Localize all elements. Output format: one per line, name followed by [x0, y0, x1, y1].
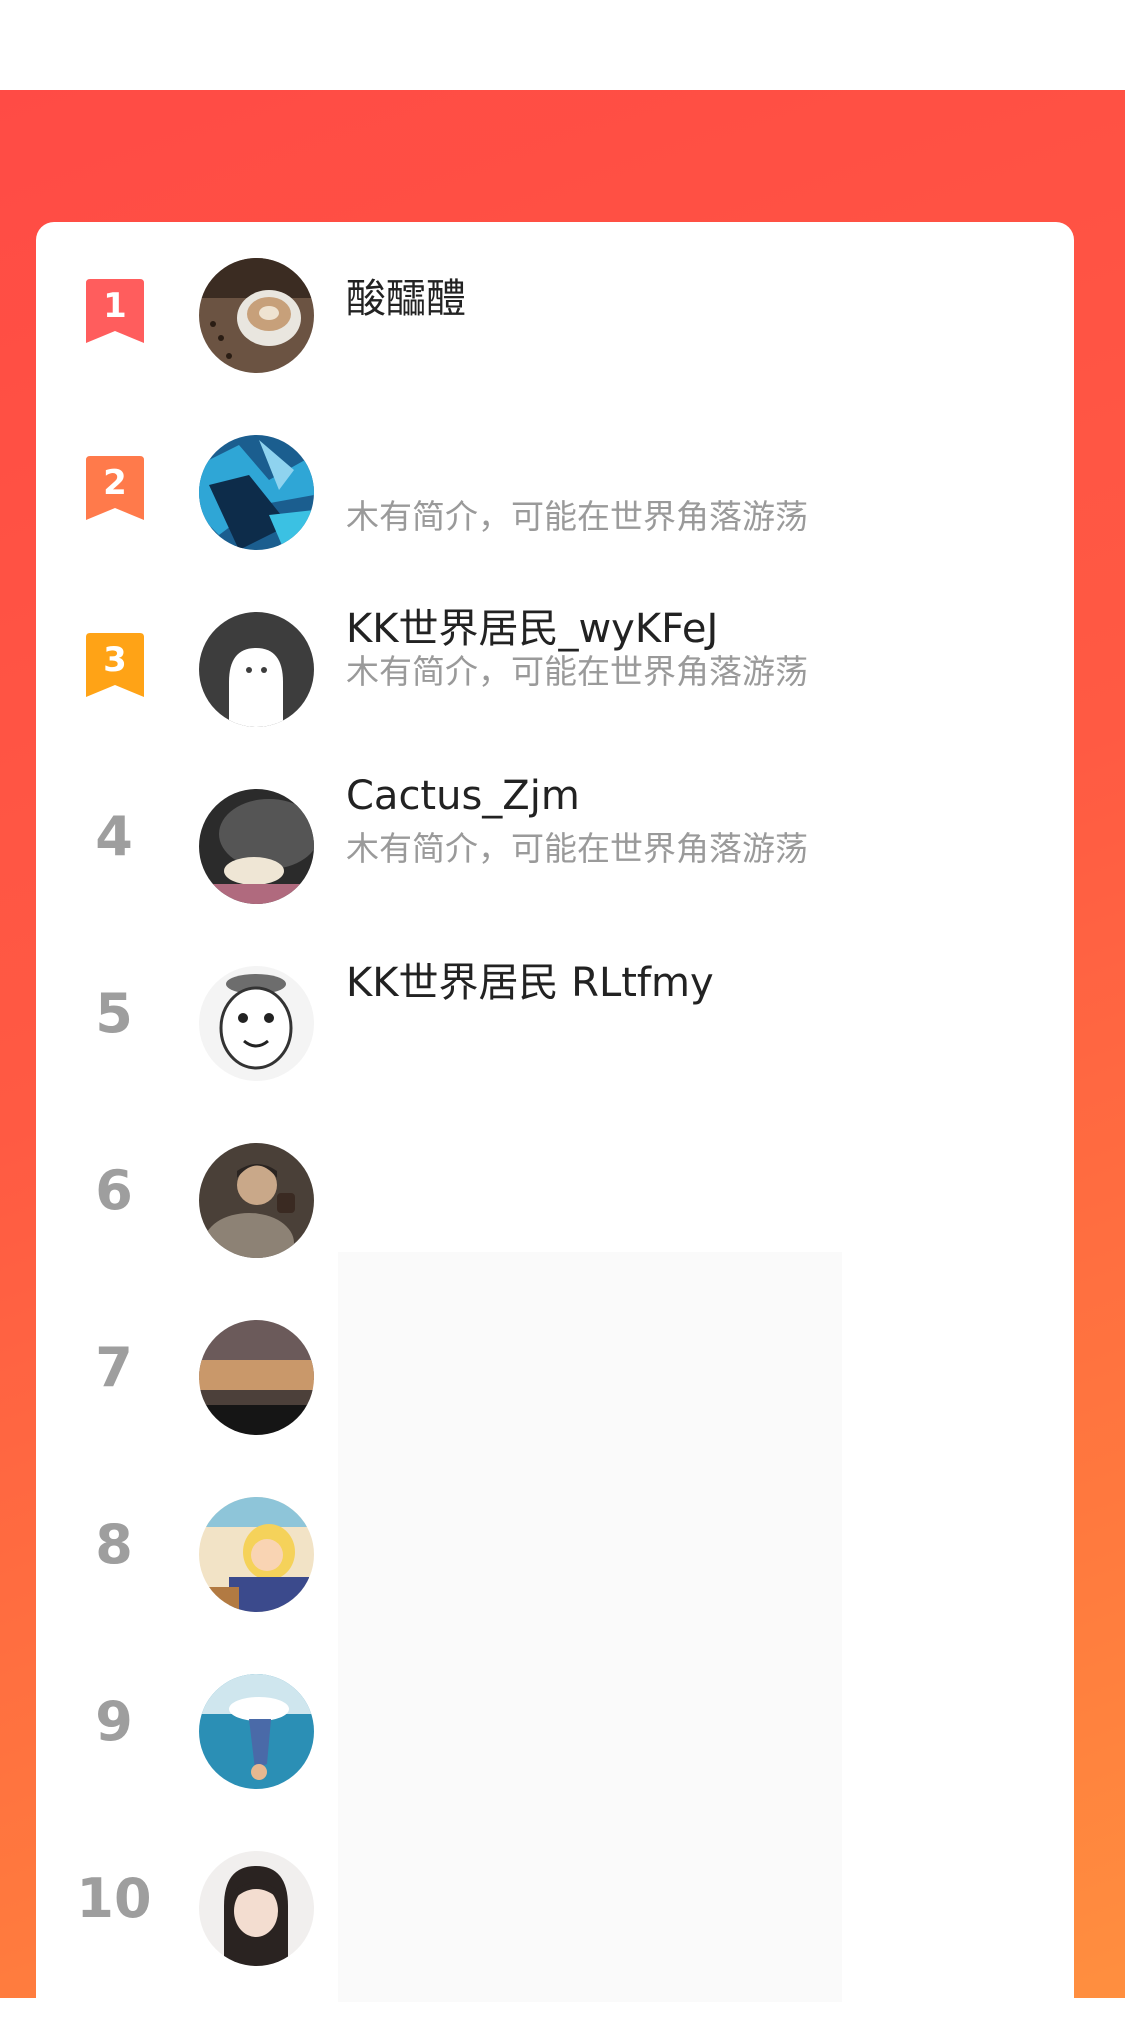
- rank-number: 5: [95, 982, 133, 1045]
- abstract-avatar[interactable]: [199, 435, 314, 550]
- user-name: Cactus_Zjm: [346, 773, 580, 819]
- ranking-row[interactable]: 3 KK世界居民_wyKFeJ 木有简介，可能在世界角落游荡: [36, 576, 1074, 753]
- ranking-row[interactable]: 7: [36, 1284, 1074, 1461]
- rank-2-badge-icon: 2: [86, 456, 144, 520]
- rank-number: 9: [95, 1690, 133, 1753]
- sunset-avatar[interactable]: [199, 1320, 314, 1435]
- svg-text:2: 2: [103, 463, 127, 503]
- user-name: KK世界居民 RLtfmy: [346, 960, 714, 1006]
- user-intro: 木有简介，可能在世界角落游荡: [346, 497, 808, 536]
- ranking-row[interactable]: 2 木有简介，可能在世界角落游荡: [36, 399, 1074, 576]
- anime-avatar[interactable]: [199, 1497, 314, 1612]
- underwater-avatar[interactable]: [199, 1674, 314, 1789]
- cat-avatar[interactable]: [199, 789, 314, 904]
- girl-avatar[interactable]: [199, 1851, 314, 1966]
- ranking-row[interactable]: 6: [36, 1107, 1074, 1284]
- ranking-row[interactable]: 10: [36, 1815, 1074, 1992]
- rank-number: 6: [95, 1159, 133, 1222]
- rank-3-badge-icon: 3: [86, 633, 144, 697]
- top-bar: [0, 0, 1125, 90]
- rank-1-badge-icon: 1: [86, 279, 144, 343]
- rank-number: 4: [95, 805, 133, 868]
- ranking-row[interactable]: 1 酸醽醴: [36, 222, 1074, 399]
- user-intro: 木有简介，可能在世界角落游荡: [346, 652, 808, 691]
- rank-number: 8: [95, 1513, 133, 1576]
- svg-text:1: 1: [103, 286, 127, 326]
- default-ghost-avatar[interactable]: [199, 612, 314, 727]
- person-avatar[interactable]: [199, 1143, 314, 1258]
- svg-text:3: 3: [103, 640, 127, 680]
- coffee-avatar[interactable]: [199, 258, 314, 373]
- ranking-row[interactable]: 4 Cactus_Zjm 木有简介，可能在世界角落游荡: [36, 753, 1074, 930]
- user-name: 酸醽醴: [346, 276, 466, 322]
- rank-number: 10: [76, 1867, 152, 1930]
- ranking-row[interactable]: 5 KK世界居民 RLtfmy: [36, 930, 1074, 1107]
- rank-number: 7: [95, 1336, 133, 1399]
- cartoon-avatar[interactable]: [199, 966, 314, 1081]
- ranking-row[interactable]: 8: [36, 1461, 1074, 1638]
- ranking-card: 1 酸醽醴 2 木有简介，可能在世界角落游荡 3 KK世界居民_wyKFeJ 木…: [36, 222, 1074, 2022]
- user-intro: 木有简介，可能在世界角落游荡: [346, 829, 808, 868]
- ranking-row[interactable]: 9: [36, 1638, 1074, 1815]
